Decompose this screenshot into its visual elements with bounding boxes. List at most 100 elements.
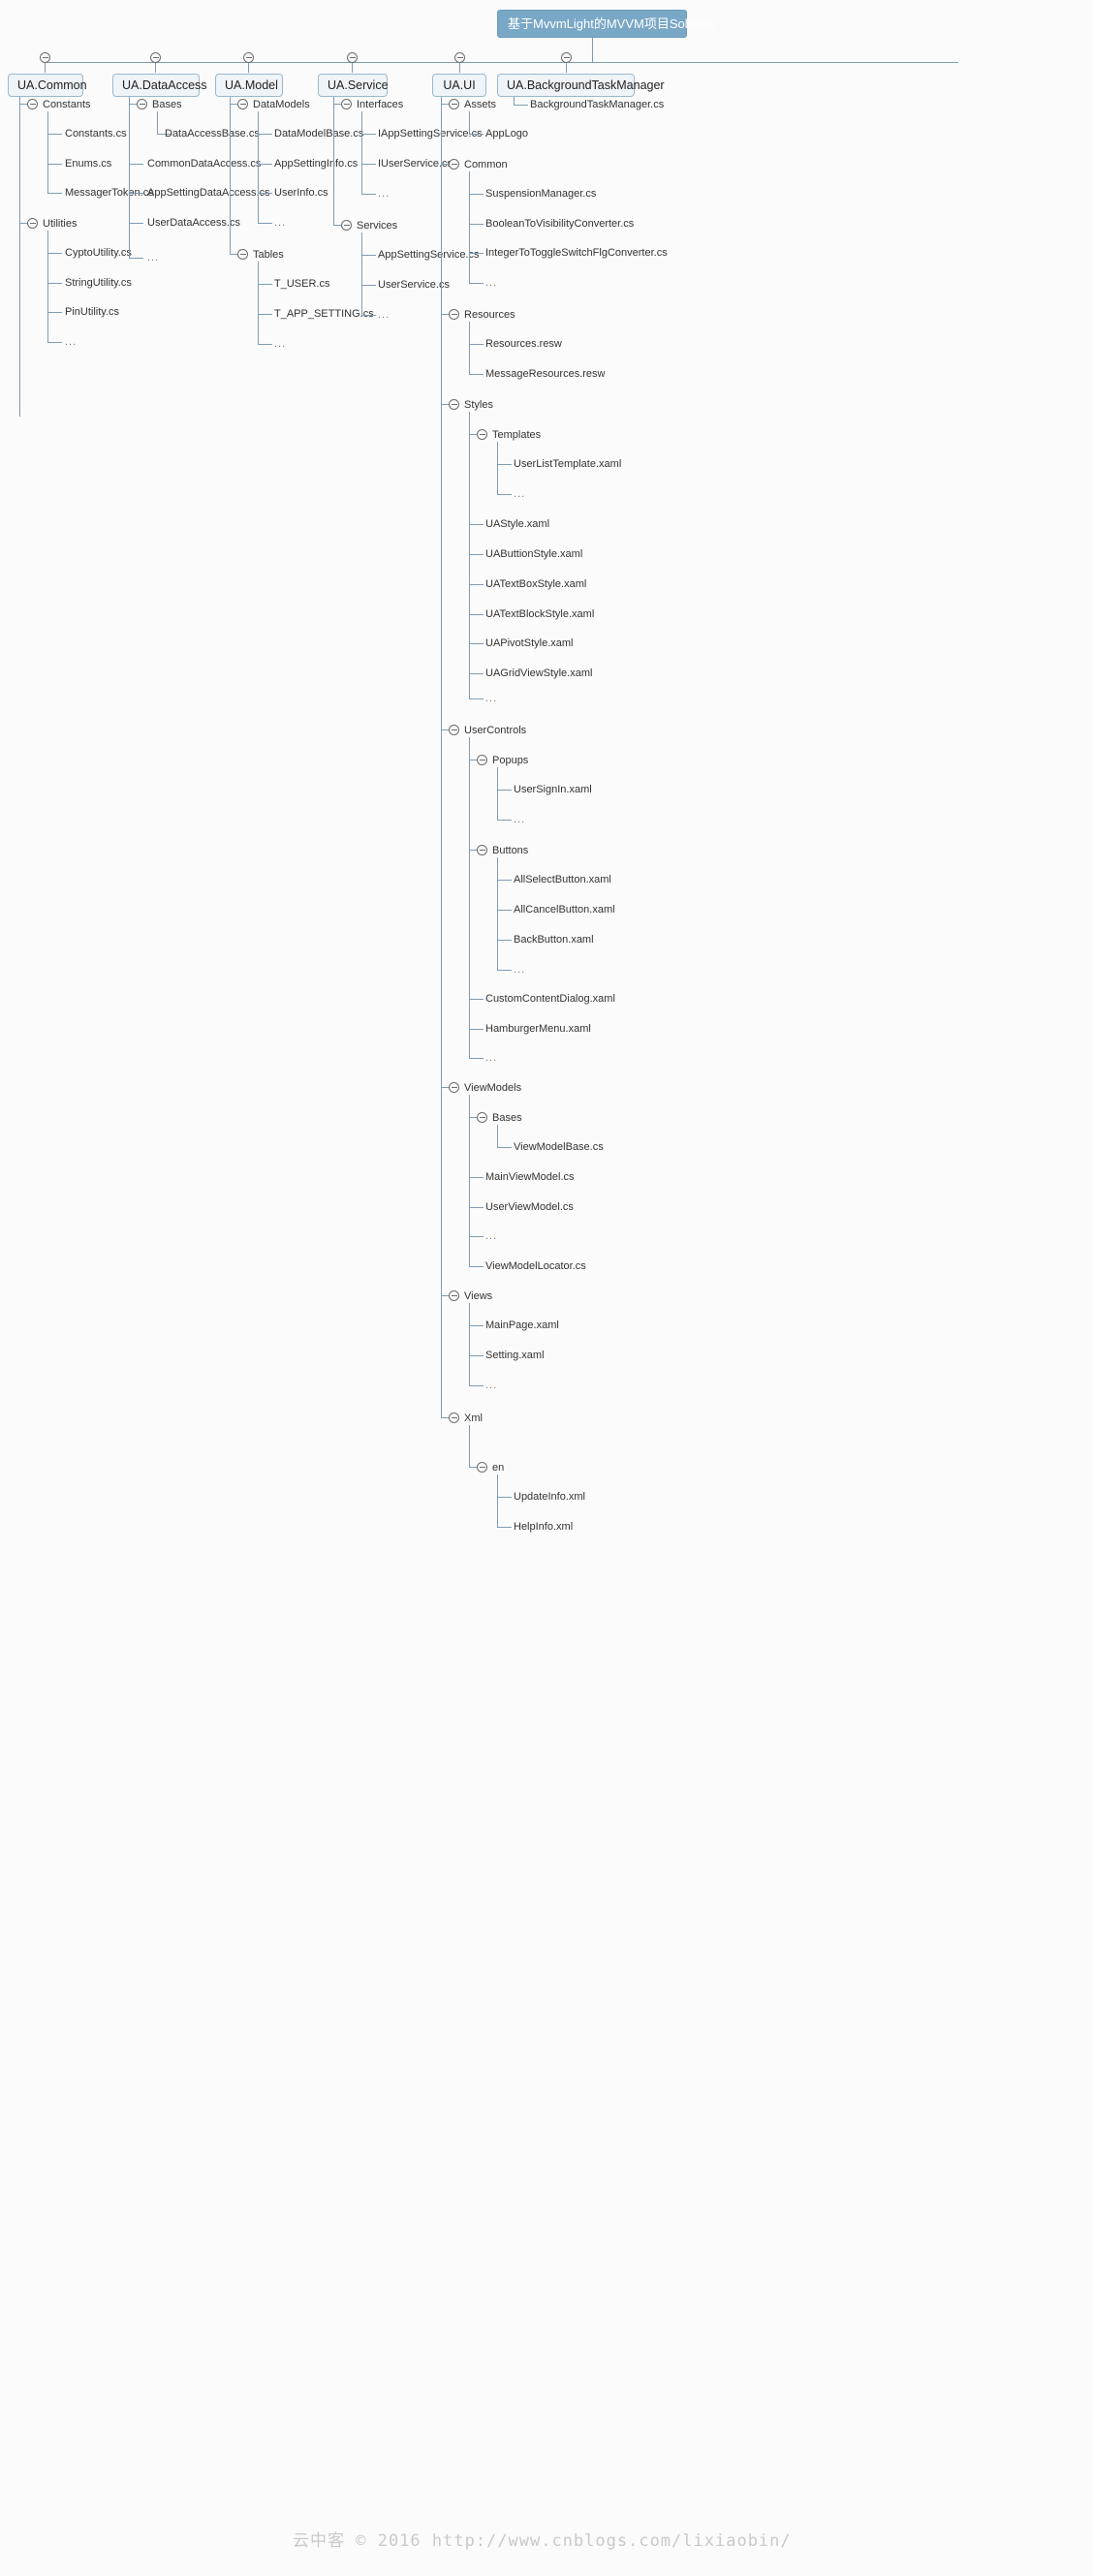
file-stringutility-cs[interactable]: StringUtility.cs [65, 277, 132, 290]
folder-interfaces[interactable]: Interfaces [357, 99, 403, 111]
file-cyptoutility-cs[interactable]: CyptoUtility.cs [65, 247, 132, 260]
file-uapivotstyle-xaml[interactable]: UAPivotStyle.xaml [485, 637, 573, 650]
project-node-ua-ui[interactable]: UA.UI [432, 74, 486, 97]
file-commondataaccess-cs[interactable]: CommonDataAccess.cs [147, 158, 261, 171]
project-node-ua-model[interactable]: UA.Model [215, 74, 283, 97]
folder-datamodels[interactable]: DataModels [253, 99, 310, 111]
folder-popups[interactable]: Popups [492, 755, 528, 767]
toggle-bases-dataaccess[interactable] [137, 99, 147, 109]
connector-t-app-setting [258, 314, 272, 315]
toggle-common-ui[interactable] [449, 159, 459, 170]
toggle-ua-ui[interactable] [454, 52, 465, 63]
folder-common-ui[interactable]: Common [464, 159, 508, 171]
file-uatextboxstyle-xaml[interactable]: UATextBoxStyle.xaml [485, 578, 586, 591]
project-node-ua-service[interactable]: UA.Service [318, 74, 389, 97]
toggle-bases-viewmodels[interactable] [477, 1112, 487, 1123]
file-booleantovisibilityconverter-cs[interactable]: BooleanToVisibilityConverter.cs [485, 218, 634, 231]
toggle-utilities[interactable] [27, 218, 38, 229]
project-node-ua-dataaccess[interactable]: UA.DataAccess [112, 74, 207, 97]
file-customcontentdialog-xaml[interactable]: CustomContentDialog.xaml [485, 993, 615, 1006]
file-datamodelbase-cs[interactable]: DataModelBase.cs [274, 128, 363, 140]
file-mainpage-xaml[interactable]: MainPage.xaml [485, 1319, 559, 1332]
file-iappsettingservice-cs[interactable]: IAppSettingService.cs [378, 128, 483, 140]
file-t-app-setting-cs[interactable]: T_APP_SETTING.cs [274, 308, 374, 321]
file-applogo[interactable]: AppLogo [485, 128, 528, 140]
folder-en[interactable]: en [492, 1462, 504, 1474]
file-backgroundtaskmanager-cs[interactable]: BackgroundTaskManager.cs [530, 99, 664, 111]
toggle-usercontrols[interactable] [449, 725, 459, 735]
file-resources-resw[interactable]: Resources.resw [485, 338, 562, 351]
folder-usercontrols[interactable]: UserControls [464, 725, 526, 737]
folder-bases-viewmodels[interactable]: Bases [492, 1112, 522, 1125]
file-uastyle-xaml[interactable]: UAStyle.xaml [485, 518, 549, 531]
file-userviewmodel-cs[interactable]: UserViewModel.cs [485, 1201, 574, 1214]
toggle-styles[interactable] [449, 399, 459, 410]
toggle-templates[interactable] [477, 429, 487, 440]
file-allcancelbutton-xaml[interactable]: AllCancelButton.xaml [514, 904, 615, 916]
file-hamburgermenu-xaml[interactable]: HamburgerMenu.xaml [485, 1023, 591, 1036]
toggle-xml[interactable] [449, 1412, 459, 1423]
folder-templates[interactable]: Templates [492, 429, 541, 442]
file-constants-cs[interactable]: Constants.cs [65, 128, 127, 140]
file-viewmodelbase-cs[interactable]: ViewModelBase.cs [514, 1141, 604, 1154]
toggle-ua-model[interactable] [243, 52, 254, 63]
folder-xml[interactable]: Xml [464, 1412, 483, 1425]
toggle-ua-dataaccess[interactable] [150, 52, 161, 63]
file-mainviewmodel-cs[interactable]: MainViewModel.cs [485, 1171, 575, 1184]
toggle-views[interactable] [449, 1290, 459, 1301]
project-node-ua-common[interactable]: UA.Common [8, 74, 87, 97]
toggle-ua-btm[interactable] [561, 52, 572, 63]
file-t-user-cs[interactable]: T_USER.cs [274, 278, 329, 291]
folder-constants[interactable]: Constants [43, 99, 91, 111]
file-uagridviewstyle-xaml[interactable]: UAGridViewStyle.xaml [485, 667, 592, 680]
file-usersignin-xaml[interactable]: UserSignIn.xaml [514, 784, 592, 796]
file-uatextblockstyle-xaml[interactable]: UATextBlockStyle.xaml [485, 608, 594, 621]
file-allselectbutton-xaml[interactable]: AllSelectButton.xaml [514, 874, 611, 886]
folder-tables[interactable]: Tables [253, 249, 284, 262]
file-updateinfo-xml[interactable]: UpdateInfo.xml [514, 1491, 585, 1504]
connector-userviewmodel [469, 1207, 484, 1208]
file-appsettinginfo-cs[interactable]: AppSettingInfo.cs [274, 158, 358, 171]
file-setting-xaml[interactable]: Setting.xaml [485, 1350, 545, 1362]
file-integertotoggleswitchflgconverter-cs[interactable]: IntegerToToggleSwitchFlgConverter.cs [485, 247, 668, 260]
folder-views[interactable]: Views [464, 1290, 492, 1303]
toggle-resources[interactable] [449, 309, 459, 320]
toggle-interfaces[interactable] [341, 99, 352, 109]
file-viewmodellocator-cs[interactable]: ViewModelLocator.cs [485, 1260, 586, 1273]
toggle-viewmodels[interactable] [449, 1082, 459, 1093]
folder-buttons[interactable]: Buttons [492, 845, 528, 857]
toggle-ua-common[interactable] [40, 52, 50, 63]
file-enums-cs[interactable]: Enums.cs [65, 158, 111, 171]
folder-utilities[interactable]: Utilities [43, 218, 77, 231]
file-backbutton-xaml[interactable]: BackButton.xaml [514, 934, 594, 947]
toggle-ua-service[interactable] [347, 52, 358, 63]
toggle-tables[interactable] [237, 249, 248, 260]
file-appsettingservice-cs[interactable]: AppSettingService.cs [378, 249, 480, 262]
toggle-assets[interactable] [449, 99, 459, 109]
file-helpinfo-xml[interactable]: HelpInfo.xml [514, 1521, 573, 1534]
file-appsettingdataaccess-cs[interactable]: AppSettingDataAccess.cs [147, 187, 270, 200]
toggle-popups[interactable] [477, 755, 487, 765]
file-userlisttemplate-xaml[interactable]: UserListTemplate.xaml [514, 458, 621, 471]
folder-services[interactable]: Services [357, 220, 397, 233]
folder-resources[interactable]: Resources [464, 309, 515, 322]
folder-styles[interactable]: Styles [464, 399, 493, 412]
file-pinutility-cs[interactable]: PinUtility.cs [65, 306, 119, 319]
toggle-constants[interactable] [27, 99, 38, 109]
project-node-ua-backgroundtaskmanager[interactable]: UA.BackgroundTaskManager [497, 74, 665, 97]
toggle-buttons[interactable] [477, 845, 487, 855]
file-dataaccessbase-cs[interactable]: DataAccessBase.cs [165, 128, 260, 140]
toggle-en[interactable] [477, 1462, 487, 1473]
folder-assets[interactable]: Assets [464, 99, 496, 111]
folder-bases-dataaccess[interactable]: Bases [152, 99, 182, 111]
folder-viewmodels[interactable]: ViewModels [464, 1082, 521, 1095]
file-userservice-cs[interactable]: UserService.cs [378, 279, 450, 292]
toggle-services[interactable] [341, 220, 352, 231]
file-messageresources-resw[interactable]: MessageResources.resw [485, 368, 606, 381]
file-uabuttionstyle-xaml[interactable]: UAButtionStyle.xaml [485, 548, 582, 561]
file-userdataaccess-cs[interactable]: UserDataAccess.cs [147, 217, 240, 230]
file-suspensionmanager-cs[interactable]: SuspensionManager.cs [485, 188, 596, 201]
toggle-datamodels[interactable] [237, 99, 248, 109]
root-node[interactable]: 基于MvvmLight的MVVM项目Solution [497, 10, 715, 38]
file-userinfo-cs[interactable]: UserInfo.cs [274, 187, 328, 200]
